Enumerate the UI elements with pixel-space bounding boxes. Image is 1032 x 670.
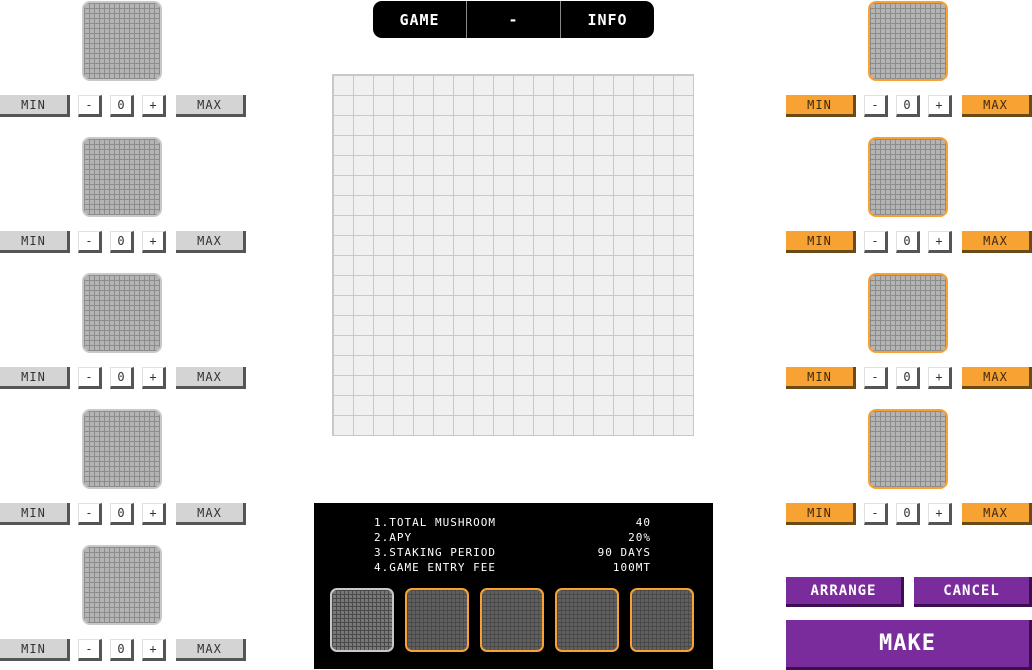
decrement-button[interactable]: - [78, 639, 102, 661]
info-value: 40 [635, 516, 651, 529]
increment-button[interactable]: + [928, 367, 952, 389]
quantity-field[interactable]: 0 [110, 639, 134, 661]
left-mushroom-tile[interactable] [82, 1, 162, 81]
increment-button[interactable]: + [928, 95, 952, 117]
nav-game-tab[interactable]: GAME [373, 1, 467, 38]
increment-button[interactable]: + [928, 503, 952, 525]
info-value: 90 DAYS [597, 546, 651, 559]
min-button[interactable]: MIN [0, 639, 70, 661]
quantity-field[interactable]: 0 [110, 231, 134, 253]
quantity-field[interactable]: 0 [896, 503, 920, 525]
top-nav: GAME - INFO [373, 1, 654, 38]
max-button[interactable]: MAX [176, 639, 246, 661]
info-label: 3.STAKING PERIOD [374, 546, 496, 559]
quantity-field[interactable]: 0 [110, 503, 134, 525]
quantity-field[interactable]: 0 [896, 95, 920, 117]
decrement-button[interactable]: - [864, 367, 888, 389]
left-mushroom-tile[interactable] [82, 409, 162, 489]
info-row: 3.STAKING PERIOD 90 DAYS [374, 546, 651, 561]
increment-button[interactable]: + [142, 231, 166, 253]
info-row: 1.TOTAL MUSHROOM 40 [374, 516, 651, 531]
increment-button[interactable]: + [142, 95, 166, 117]
increment-button[interactable]: + [142, 367, 166, 389]
decrement-button[interactable]: - [864, 503, 888, 525]
info-label: 1.TOTAL MUSHROOM [374, 516, 496, 529]
nav-info-tab[interactable]: INFO [561, 1, 654, 38]
increment-button[interactable]: + [928, 231, 952, 253]
max-button[interactable]: MAX [962, 231, 1032, 253]
max-button[interactable]: MAX [962, 367, 1032, 389]
max-button[interactable]: MAX [176, 95, 246, 117]
info-row: 4.GAME ENTRY FEE 100MT [374, 561, 651, 576]
min-button[interactable]: MIN [0, 503, 70, 525]
decrement-button[interactable]: - [78, 367, 102, 389]
max-button[interactable]: MAX [962, 95, 1032, 117]
left-mushroom-tile[interactable] [82, 137, 162, 217]
decrement-button[interactable]: - [78, 95, 102, 117]
make-button[interactable]: MAKE [786, 620, 1032, 670]
selection-slot[interactable] [405, 588, 469, 652]
decrement-button[interactable]: - [78, 503, 102, 525]
min-button[interactable]: MIN [0, 95, 70, 117]
max-button[interactable]: MAX [176, 231, 246, 253]
right-mushroom-tile[interactable] [868, 137, 948, 217]
arrange-button[interactable]: ARRANGE [786, 577, 904, 607]
quantity-field[interactable]: 0 [110, 367, 134, 389]
min-button[interactable]: MIN [786, 95, 856, 117]
game-board-grid[interactable] [332, 74, 694, 436]
cancel-button[interactable]: CANCEL [914, 577, 1032, 607]
info-row: 2.APY 20% [374, 531, 651, 546]
max-button[interactable]: MAX [962, 503, 1032, 525]
decrement-button[interactable]: - [78, 231, 102, 253]
info-label: 2.APY [374, 531, 413, 544]
right-mushroom-tile[interactable] [868, 409, 948, 489]
quantity-field[interactable]: 0 [896, 231, 920, 253]
right-mushroom-tile[interactable] [868, 1, 948, 81]
selection-slot[interactable] [555, 588, 619, 652]
max-button[interactable]: MAX [176, 503, 246, 525]
max-button[interactable]: MAX [176, 367, 246, 389]
nav-separator-tab[interactable]: - [467, 1, 561, 38]
increment-button[interactable]: + [142, 503, 166, 525]
decrement-button[interactable]: - [864, 95, 888, 117]
right-mushroom-tile[interactable] [868, 273, 948, 353]
min-button[interactable]: MIN [786, 231, 856, 253]
min-button[interactable]: MIN [786, 503, 856, 525]
min-button[interactable]: MIN [786, 367, 856, 389]
selection-slot[interactable] [330, 588, 394, 652]
min-button[interactable]: MIN [0, 367, 70, 389]
left-mushroom-tile[interactable] [82, 273, 162, 353]
selection-slot[interactable] [630, 588, 694, 652]
info-label: 4.GAME ENTRY FEE [374, 561, 496, 574]
quantity-field[interactable]: 0 [896, 367, 920, 389]
quantity-field[interactable]: 0 [110, 95, 134, 117]
decrement-button[interactable]: - [864, 231, 888, 253]
info-value: 100MT [612, 561, 651, 574]
info-value: 20% [628, 531, 651, 544]
left-mushroom-tile[interactable] [82, 545, 162, 625]
min-button[interactable]: MIN [0, 231, 70, 253]
selection-slot[interactable] [480, 588, 544, 652]
game-info-panel: 1.TOTAL MUSHROOM 40 2.APY 20% 3.STAKING … [314, 503, 713, 669]
increment-button[interactable]: + [142, 639, 166, 661]
